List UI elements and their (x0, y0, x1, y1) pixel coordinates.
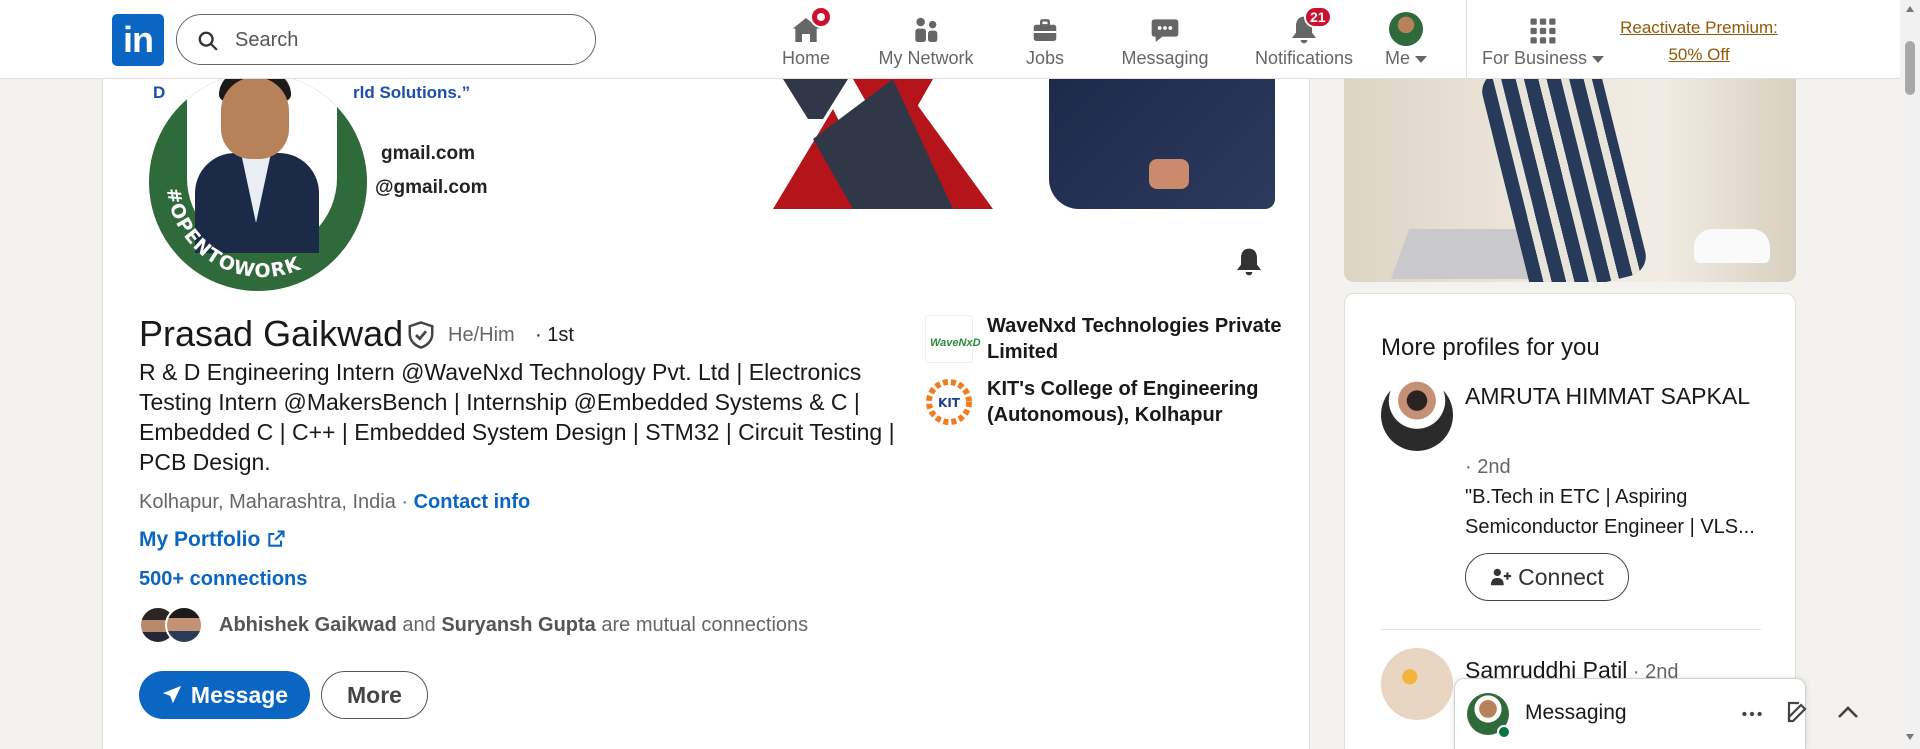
chevron-down-icon (1592, 55, 1605, 63)
company-name: WaveNxd Technologies Private Limited (987, 315, 1282, 363)
verified-shield-icon[interactable] (406, 319, 436, 351)
mutual-name-1: Abhishek Gaikwad (219, 614, 397, 636)
nav-home[interactable]: Home (770, 6, 842, 72)
profile-headline: R & D Engineering Intern @WaveNxd Techno… (139, 359, 895, 475)
online-status-dot (1497, 725, 1511, 739)
messaging-title: Messaging (1525, 701, 1627, 724)
banner-person-image (1049, 79, 1275, 209)
location-line: Kolhapur, Maharashtra, India · Contact i… (139, 491, 531, 513)
premium-line-1: Reactivate Premium: (1620, 18, 1778, 37)
connections-link[interactable]: 500+ connections (139, 568, 307, 591)
nav-notifications[interactable]: 21 Notifications (1234, 6, 1374, 72)
more-button[interactable]: More (321, 671, 428, 719)
nav-me[interactable]: Me (1374, 8, 1438, 72)
search-input[interactable] (235, 25, 575, 55)
ad-banner-image[interactable] (1344, 79, 1796, 282)
college-name: KIT's College of Engineering (Autonomous… (987, 378, 1259, 426)
banner-quote-end: rld Solutions.” (353, 83, 471, 102)
divider (1381, 629, 1761, 630)
company-logo: WaveNxD (925, 315, 981, 363)
reactivate-premium-link[interactable]: Reactivate Premium: 50% Off (1606, 14, 1792, 68)
nav-label: Notifications (1254, 48, 1354, 68)
nav-label: Me (1384, 48, 1410, 68)
more-options-icon[interactable] (1739, 701, 1765, 727)
banner-mail-1: gmail.com (381, 143, 475, 164)
pronouns: He/Him (448, 324, 515, 346)
chevron-down-icon (1415, 55, 1427, 63)
nav-label: My Network (878, 48, 974, 68)
scroll-down-arrow[interactable] (1906, 734, 1914, 740)
nav-label: Messaging (1121, 48, 1209, 68)
profile-suggestion-avatar[interactable] (1381, 379, 1453, 451)
notification-count-badge: 21 (1304, 6, 1332, 28)
home-notification-dot (810, 6, 832, 28)
banner-mail-2: @gmail.com (375, 177, 488, 198)
chat-icon (1151, 19, 1179, 42)
nav-divider (1466, 0, 1467, 79)
top-nav: in Home My Network Jobs Messaging (0, 0, 1900, 79)
svg-text:#OPENTOWORK: #OPENTOWORK (162, 186, 305, 282)
compose-message-icon[interactable] (1786, 700, 1810, 724)
search-box[interactable] (176, 14, 596, 65)
open-to-work-ring: #OPENTOWORK (162, 186, 305, 282)
avatar-icon (1389, 12, 1423, 46)
send-icon (162, 685, 182, 704)
nav-label: Home (781, 48, 830, 68)
connect-button[interactable]: Connect (1465, 553, 1629, 601)
page-scrollbar[interactable] (1900, 0, 1920, 749)
premium-line-2: 50% Off (1668, 45, 1730, 64)
mutual-name-2: Suryansh Gupta (441, 614, 596, 636)
messaging-overlay[interactable]: Messaging (1454, 678, 1806, 749)
profile-photo[interactable]: #OPENTOWORK (145, 79, 371, 295)
portfolio-link[interactable]: My Portfolio (139, 528, 286, 552)
connection-degree: · 1st (535, 324, 574, 346)
nav-label: For Business (1482, 48, 1588, 68)
open-to-work-text: #OPENTOWORK (162, 186, 304, 282)
profile-suggestion-avatar[interactable] (1381, 648, 1453, 720)
add-person-icon (1491, 568, 1512, 586)
suggested-profile-headline: "B.Tech in ETC | Aspiring Semiconductor … (1465, 486, 1755, 538)
suggested-profile-name[interactable]: AMRUTA HIMMAT SAPKAL (1465, 378, 1765, 414)
nav-messaging[interactable]: Messaging (1118, 8, 1212, 72)
more-profiles-title: More profiles for you (1381, 334, 1600, 361)
grid-icon (1530, 18, 1556, 44)
chevron-up-icon[interactable] (1836, 702, 1860, 722)
location-text: Kolhapur, Maharashtra, India (139, 491, 396, 513)
scroll-thumb[interactable] (1905, 41, 1915, 95)
people-icon (915, 17, 938, 42)
banner-logo-graphic (773, 79, 993, 209)
mutual-avatar-2 (165, 606, 203, 644)
external-link-icon (268, 530, 285, 547)
profile-name: Prasad Gaikwad (139, 313, 404, 354)
suggested-profile-degree: · 2nd (1465, 456, 1511, 478)
svg-text:KIT: KIT (938, 396, 961, 410)
contact-info-link[interactable]: Contact info (414, 491, 531, 513)
linkedin-logo[interactable]: in (112, 14, 164, 66)
bell-icon (1237, 248, 1261, 276)
profile-card: D rld Solutions.” gmail.com @gmail.com #… (102, 79, 1310, 749)
nav-my-network[interactable]: My Network (870, 8, 982, 72)
nav-for-business[interactable]: For Business (1482, 8, 1605, 72)
scroll-up-arrow[interactable] (1906, 6, 1914, 12)
follow-notify-button[interactable] (1233, 245, 1265, 284)
message-button[interactable]: Message (139, 671, 310, 719)
college-logo: KIT (925, 378, 973, 426)
search-icon (198, 31, 218, 51)
nav-label: Jobs (1025, 48, 1065, 68)
nav-jobs[interactable]: Jobs (1010, 8, 1080, 72)
briefcase-icon (1033, 19, 1057, 41)
